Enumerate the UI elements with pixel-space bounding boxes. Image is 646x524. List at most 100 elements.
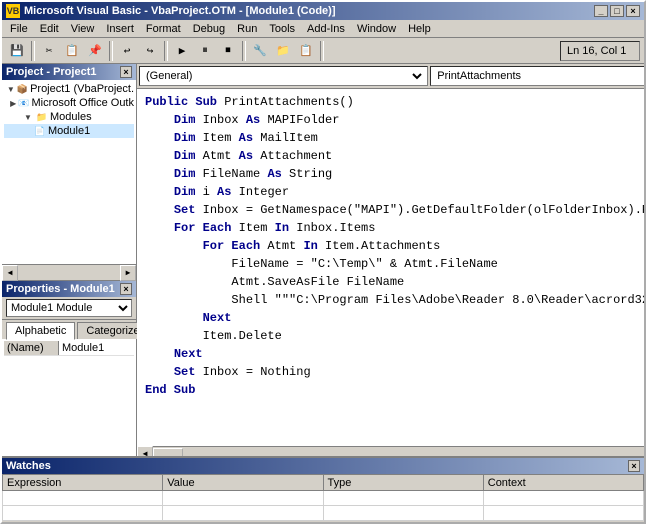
toolbar-break-btn[interactable]: ⏸ <box>194 40 216 62</box>
toolbar-sep-2 <box>109 41 113 61</box>
tree-scroll-area: ◀ ▶ <box>2 265 136 281</box>
cursor-position: Ln 16, Col 1 <box>560 41 640 61</box>
watches-table: Expression Value Type Context <box>2 474 644 521</box>
toolbar-paste-btn[interactable]: 📌 <box>84 40 106 62</box>
toolbar-sep-4 <box>242 41 246 61</box>
code-line-22: Set Inbox = Nothing <box>145 363 646 381</box>
app-window: VB Microsoft Visual Basic - VbaProject.O… <box>0 0 646 524</box>
toolbar-redo-btn[interactable]: ↪ <box>139 40 161 62</box>
module1-icon: 📄 <box>34 125 46 137</box>
close-button[interactable]: × <box>626 5 640 17</box>
general-dropdown[interactable]: (General) <box>139 66 428 86</box>
toolbar-sep-3 <box>164 41 168 61</box>
props-key-name: (Name) <box>4 341 59 355</box>
code-line-17: Next <box>145 309 646 327</box>
expand-icon-outlook: ▶ <box>10 97 16 109</box>
menu-bar: File Edit View Insert Format Debug Run T… <box>2 20 644 38</box>
toolbar-properties-btn[interactable]: 📋 <box>295 40 317 62</box>
expand-icon-modules: ▼ <box>22 111 34 123</box>
code-line-4: Dim Item As MailItem <box>145 129 646 147</box>
props-row-name: (Name) Module1 <box>4 341 134 356</box>
toolbar-run-btn[interactable]: ▶ <box>171 40 193 62</box>
watches-cell-3 <box>323 491 483 506</box>
watches-cell-4 <box>483 491 643 506</box>
tree-label-modules: Modules <box>50 111 92 123</box>
toolbar-undo-btn[interactable]: ↩ <box>116 40 138 62</box>
code-dropdowns: (General) PrintAttachments <box>137 64 646 89</box>
general-select[interactable]: (General) <box>142 69 425 83</box>
watches-row-empty2 <box>3 506 644 521</box>
watches-cell-7 <box>323 506 483 521</box>
watches-col-context: Context <box>483 475 643 491</box>
menu-window[interactable]: Window <box>351 20 402 37</box>
code-line-15: Shell """C:\Program Files\Adobe\Reader 8… <box>145 291 646 309</box>
procedure-dropdown[interactable]: PrintAttachments <box>430 66 646 86</box>
watches-cell-2 <box>163 491 323 506</box>
tab-alphabetic[interactable]: Alphabetic <box>6 322 75 340</box>
watches-cell-1 <box>3 491 163 506</box>
tree-scroll-left[interactable]: ◀ <box>2 265 18 281</box>
watches-title: Watches <box>6 460 51 472</box>
menu-run[interactable]: Run <box>231 20 263 37</box>
watches-col-value: Value <box>163 475 323 491</box>
menu-debug[interactable]: Debug <box>187 20 231 37</box>
code-panel: (General) PrintAttachments Public Sub Pr… <box>137 64 646 460</box>
project-tree[interactable]: ▼ 📦 Project1 (VbaProject. ▶ 📧 Microsoft … <box>2 80 136 265</box>
watches-close[interactable]: × <box>628 460 640 472</box>
properties-panel-header: Properties - Module1 × <box>2 281 136 297</box>
restore-button[interactable]: □ <box>610 5 624 17</box>
code-line-6: Dim FileName As String <box>145 165 646 183</box>
tree-label-module1: Module1 <box>48 125 90 137</box>
props-content: (Name) Module1 <box>2 339 136 461</box>
code-editor[interactable]: Public Sub PrintAttachments() Dim Inbox … <box>137 89 646 446</box>
tree-item-module1[interactable]: 📄 Module1 <box>4 124 134 138</box>
props-val-name: Module1 <box>59 341 134 355</box>
project-panel-header: Project - Project1 × <box>2 64 136 80</box>
project-panel-close[interactable]: × <box>120 66 132 78</box>
title-bar-buttons: _ □ × <box>594 5 640 17</box>
tree-item-modules[interactable]: ▼ 📁 Modules <box>4 110 134 124</box>
properties-panel: Properties - Module1 × Module1 Module Al… <box>2 281 136 461</box>
title-bar-left: VB Microsoft Visual Basic - VbaProject.O… <box>6 4 336 18</box>
expand-icon-project: ▼ <box>7 83 15 95</box>
toolbar-projectexplorer-btn[interactable]: 📁 <box>272 40 294 62</box>
props-module-select[interactable]: Module1 Module <box>6 299 132 317</box>
properties-panel-close[interactable]: × <box>120 283 132 295</box>
outlook-icon: 📧 <box>18 97 29 109</box>
menu-file[interactable]: File <box>4 20 34 37</box>
tree-item-outlook[interactable]: ▶ 📧 Microsoft Office Outk <box>4 96 134 110</box>
tree-label-project: Project1 (VbaProject. <box>30 83 134 95</box>
title-bar: VB Microsoft Visual Basic - VbaProject.O… <box>2 2 644 20</box>
menu-addins[interactable]: Add-Ins <box>301 20 351 37</box>
menu-view[interactable]: View <box>65 20 101 37</box>
watches-header: Watches × <box>2 458 644 474</box>
procedure-select[interactable]: PrintAttachments <box>433 69 646 83</box>
tree-scroll-right[interactable]: ▶ <box>120 265 136 281</box>
watches-panel: Watches × Expression Value Type Context <box>2 456 644 522</box>
toolbar-reset-btn[interactable]: ⏹ <box>217 40 239 62</box>
code-line-14: Atmt.SaveAsFile FileName <box>145 273 646 291</box>
tree-scroll-track[interactable] <box>18 265 120 280</box>
toolbar-design-btn[interactable]: 🔧 <box>249 40 271 62</box>
menu-format[interactable]: Format <box>140 20 187 37</box>
minimize-button[interactable]: _ <box>594 5 608 17</box>
menu-tools[interactable]: Tools <box>263 20 301 37</box>
toolbar-cut-btn[interactable]: ✂ <box>38 40 60 62</box>
menu-insert[interactable]: Insert <box>100 20 140 37</box>
code-line-20: Next <box>145 345 646 363</box>
toolbar-save-btn[interactable]: 💾 <box>6 40 28 62</box>
code-line-11: For Each Item In Inbox.Items <box>145 219 646 237</box>
left-panel: Project - Project1 × ▼ 📦 Project1 (VbaPr… <box>2 64 137 460</box>
menu-edit[interactable]: Edit <box>34 20 65 37</box>
tree-item-project[interactable]: ▼ 📦 Project1 (VbaProject. <box>4 82 134 96</box>
code-line-5: Dim Atmt As Attachment <box>145 147 646 165</box>
menu-help[interactable]: Help <box>402 20 437 37</box>
modules-folder-icon: 📁 <box>36 111 48 123</box>
main-layout: Project - Project1 × ▼ 📦 Project1 (VbaPr… <box>2 64 644 460</box>
watches-row-empty <box>3 491 644 506</box>
toolbar-copy-btn[interactable]: 📋 <box>61 40 83 62</box>
title-bar-text: Microsoft Visual Basic - VbaProject.OTM … <box>24 5 336 17</box>
code-line-7: Dim i As Integer <box>145 183 646 201</box>
code-main-area: Public Sub PrintAttachments() Dim Inbox … <box>137 89 646 446</box>
code-line-2: Public Sub PrintAttachments() <box>145 93 646 111</box>
